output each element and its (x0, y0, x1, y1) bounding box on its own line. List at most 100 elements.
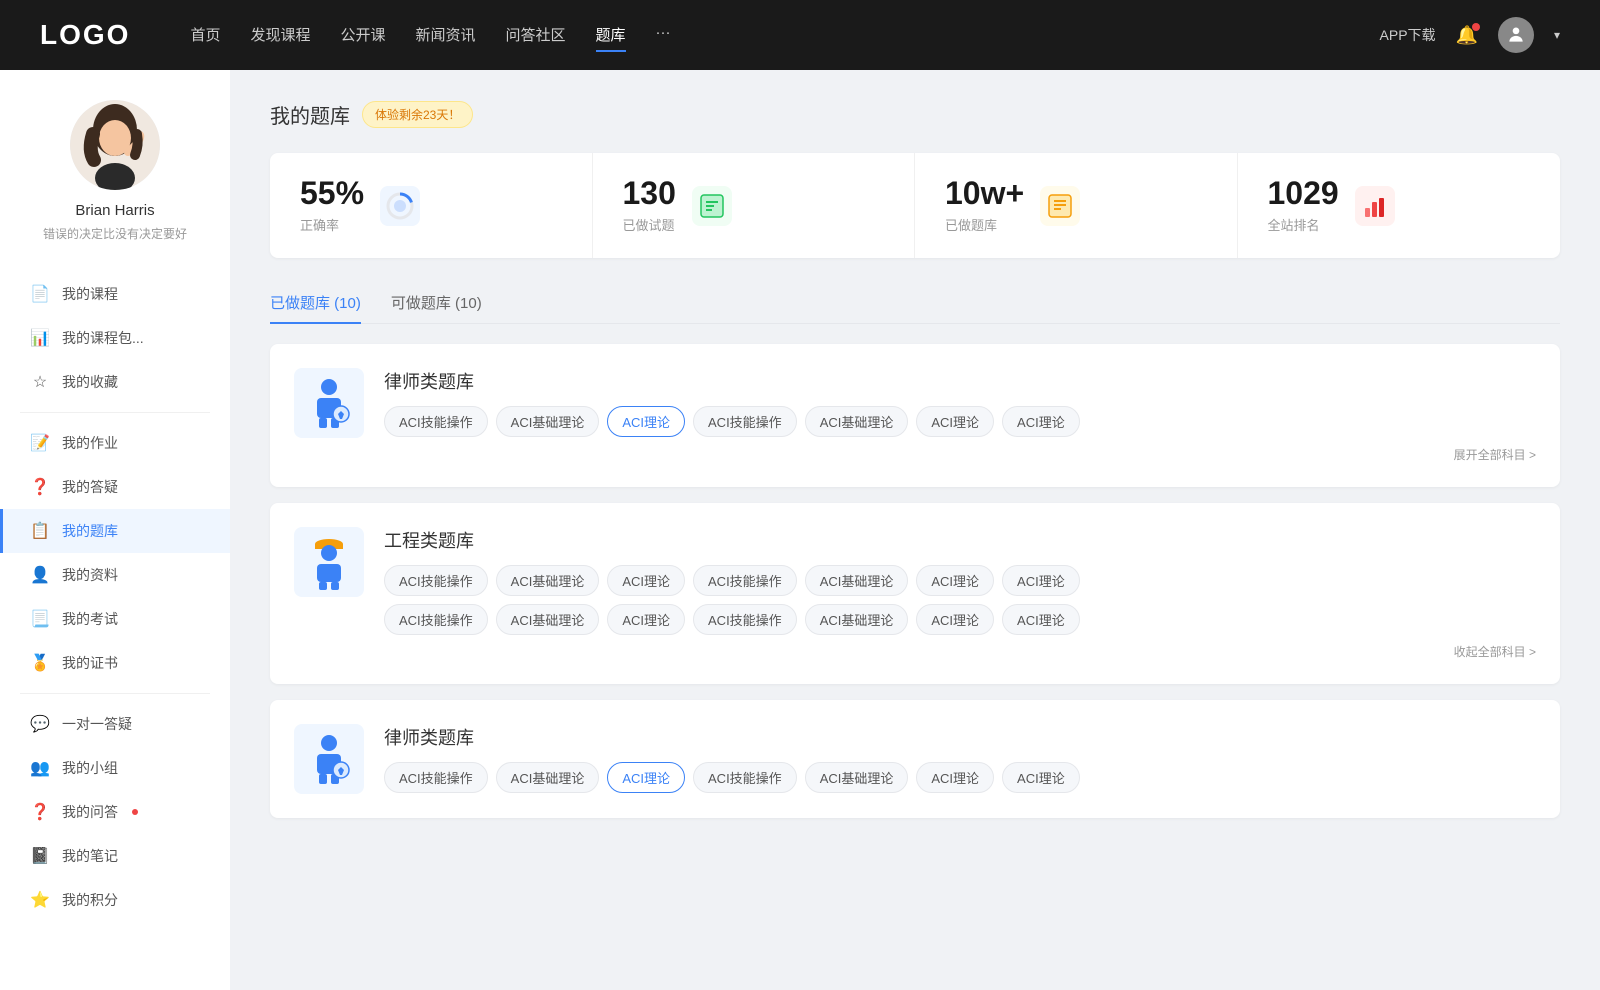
tag-e3[interactable]: ACI理论 (607, 565, 685, 596)
sidebar-item-label: 我的小组 (62, 758, 118, 778)
tag-e5[interactable]: ACI基础理论 (805, 565, 909, 596)
tag-e13[interactable]: ACI理论 (916, 604, 994, 635)
stat-accuracy-value: 55% (300, 177, 364, 209)
tag-l2-3[interactable]: ACI理论 (607, 762, 685, 793)
collapse-btn-2[interactable]: 收起全部科目 > (1454, 645, 1536, 659)
tab-available[interactable]: 可做题库 (10) (391, 282, 482, 323)
tag-l2-6[interactable]: ACI理论 (916, 762, 994, 793)
tag-5[interactable]: ACI基础理论 (805, 406, 909, 437)
tabs: 已做题库 (10) 可做题库 (10) (270, 282, 1560, 324)
bank-card-header: 律师类题库 ACI技能操作 ACI基础理论 ACI理论 ACI技能操作 ACI基… (294, 368, 1536, 438)
bank-card-header-3: 律师类题库 ACI技能操作 ACI基础理论 ACI理论 ACI技能操作 ACI基… (294, 724, 1536, 794)
tab-done[interactable]: 已做题库 (10) (270, 282, 361, 323)
homework-icon: 📝 (30, 433, 50, 453)
stat-done-banks-value: 10w+ (945, 177, 1024, 209)
sidebar-item-course-pack[interactable]: 📊 我的课程包... (0, 316, 230, 360)
expand-btn-1[interactable]: 展开全部科目 > (1454, 448, 1536, 462)
sidebar-divider-2 (20, 693, 210, 694)
tag-e4[interactable]: ACI技能操作 (693, 565, 797, 596)
sidebar-item-course[interactable]: 📄 我的课程 (0, 272, 230, 316)
nav-logo: LOGO (40, 19, 130, 51)
navbar: LOGO 首页 发现课程 公开课 新闻资讯 问答社区 题库 ··· APP下载 … (0, 0, 1600, 70)
nav-link-more[interactable]: ··· (656, 19, 671, 52)
lawyer-figure-icon-2 (304, 732, 354, 787)
sidebar-item-points[interactable]: ⭐ 我的积分 (0, 878, 230, 922)
tag-l2-1[interactable]: ACI技能操作 (384, 762, 488, 793)
tag-e12[interactable]: ACI基础理论 (805, 604, 909, 635)
sidebar-user-name: Brian Harris (20, 202, 210, 219)
tag-e1[interactable]: ACI技能操作 (384, 565, 488, 596)
group-icon: 👥 (30, 758, 50, 778)
sidebar-item-label: 我的课程 (62, 284, 118, 304)
sidebar-item-bank[interactable]: 📋 我的题库 (0, 509, 230, 553)
tag-3[interactable]: ACI理论 (607, 406, 685, 437)
nav-dropdown-icon[interactable]: ▾ (1554, 28, 1560, 42)
sidebar-avatar (70, 100, 160, 190)
cert-icon: 🏅 (30, 653, 50, 673)
sidebar-item-favorites[interactable]: ☆ 我的收藏 (0, 360, 230, 404)
nav-app-download[interactable]: APP下载 (1380, 25, 1436, 45)
tag-l2-5[interactable]: ACI基础理论 (805, 762, 909, 793)
tag-1[interactable]: ACI技能操作 (384, 406, 488, 437)
bank-card-footer-1: 展开全部科目 > (294, 446, 1536, 463)
ranking-icon (1355, 186, 1395, 226)
nav-link-home[interactable]: 首页 (190, 19, 220, 52)
nav-links: 首页 发现课程 公开课 新闻资讯 问答社区 题库 ··· (190, 19, 1379, 52)
list-check-icon (698, 192, 726, 220)
tag-e10[interactable]: ACI理论 (607, 604, 685, 635)
sidebar-item-notes[interactable]: 📓 我的笔记 (0, 834, 230, 878)
sidebar-item-one-on-one[interactable]: 💬 一对一答疑 (0, 702, 230, 746)
sidebar-item-label: 我的问答 (62, 802, 118, 822)
one-on-one-icon: 💬 (30, 714, 50, 734)
profile-icon: 👤 (30, 565, 50, 585)
tag-e6[interactable]: ACI理论 (916, 565, 994, 596)
tag-e8[interactable]: ACI技能操作 (384, 604, 488, 635)
sidebar: Brian Harris 错误的决定比没有决定要好 📄 我的课程 📊 我的课程包… (0, 70, 230, 990)
tag-l2-4[interactable]: ACI技能操作 (693, 762, 797, 793)
bank-card-body-3: 律师类题库 ACI技能操作 ACI基础理论 ACI理论 ACI技能操作 ACI基… (384, 724, 1536, 793)
nav-link-discover[interactable]: 发现课程 (250, 19, 310, 52)
tag-2[interactable]: ACI基础理论 (496, 406, 600, 437)
sidebar-item-label: 我的笔记 (62, 846, 118, 866)
bank-title-1: 律师类题库 (384, 368, 1536, 394)
tag-4[interactable]: ACI技能操作 (693, 406, 797, 437)
tag-e9[interactable]: ACI基础理论 (496, 604, 600, 635)
nav-link-bank[interactable]: 题库 (596, 19, 626, 52)
sidebar-item-exam[interactable]: 📃 我的考试 (0, 597, 230, 641)
answer-icon: ❓ (30, 477, 50, 497)
done-banks-icon (1040, 186, 1080, 226)
bar-chart-icon (1361, 192, 1389, 220)
tag-6[interactable]: ACI理论 (916, 406, 994, 437)
favorites-icon: ☆ (30, 372, 50, 392)
nav-link-open[interactable]: 公开课 (340, 19, 385, 52)
nav-bell-button[interactable]: 🔔 (1456, 25, 1478, 46)
nav-avatar[interactable] (1498, 17, 1534, 53)
stat-accuracy-label: 正确率 (300, 215, 364, 234)
sidebar-item-label: 我的题库 (62, 521, 118, 541)
nav-link-qa[interactable]: 问答社区 (506, 19, 566, 52)
book-icon (1046, 192, 1074, 220)
tag-7[interactable]: ACI理论 (1002, 406, 1080, 437)
sidebar-item-profile[interactable]: 👤 我的资料 (0, 553, 230, 597)
tag-e11[interactable]: ACI技能操作 (693, 604, 797, 635)
tag-e14[interactable]: ACI理论 (1002, 604, 1080, 635)
sidebar-item-homework[interactable]: 📝 我的作业 (0, 421, 230, 465)
tag-e2[interactable]: ACI基础理论 (496, 565, 600, 596)
tag-l2-7[interactable]: ACI理论 (1002, 762, 1080, 793)
notes-icon: 📓 (30, 846, 50, 866)
tag-l2-2[interactable]: ACI基础理论 (496, 762, 600, 793)
sidebar-item-group[interactable]: 👥 我的小组 (0, 746, 230, 790)
tag-e7[interactable]: ACI理论 (1002, 565, 1080, 596)
stats-grid: 55% 正确率 130 已做试题 (270, 153, 1560, 258)
sidebar-item-answer[interactable]: ❓ 我的答疑 (0, 465, 230, 509)
sidebar-item-label: 我的课程包... (62, 328, 144, 348)
bank-card-footer-2: 收起全部科目 > (294, 643, 1536, 660)
page-title: 我的题库 (270, 100, 350, 129)
person-icon (1506, 25, 1526, 45)
sidebar-item-cert[interactable]: 🏅 我的证书 (0, 641, 230, 685)
qa-badge-dot (132, 809, 138, 815)
sidebar-item-my-qa[interactable]: ❓ 我的问答 (0, 790, 230, 834)
stat-done-q-value: 130 (623, 177, 676, 209)
bank-tags-2-row2: ACI技能操作 ACI基础理论 ACI理论 ACI技能操作 ACI基础理论 AC… (384, 604, 1536, 635)
nav-link-news[interactable]: 新闻资讯 (416, 19, 476, 52)
